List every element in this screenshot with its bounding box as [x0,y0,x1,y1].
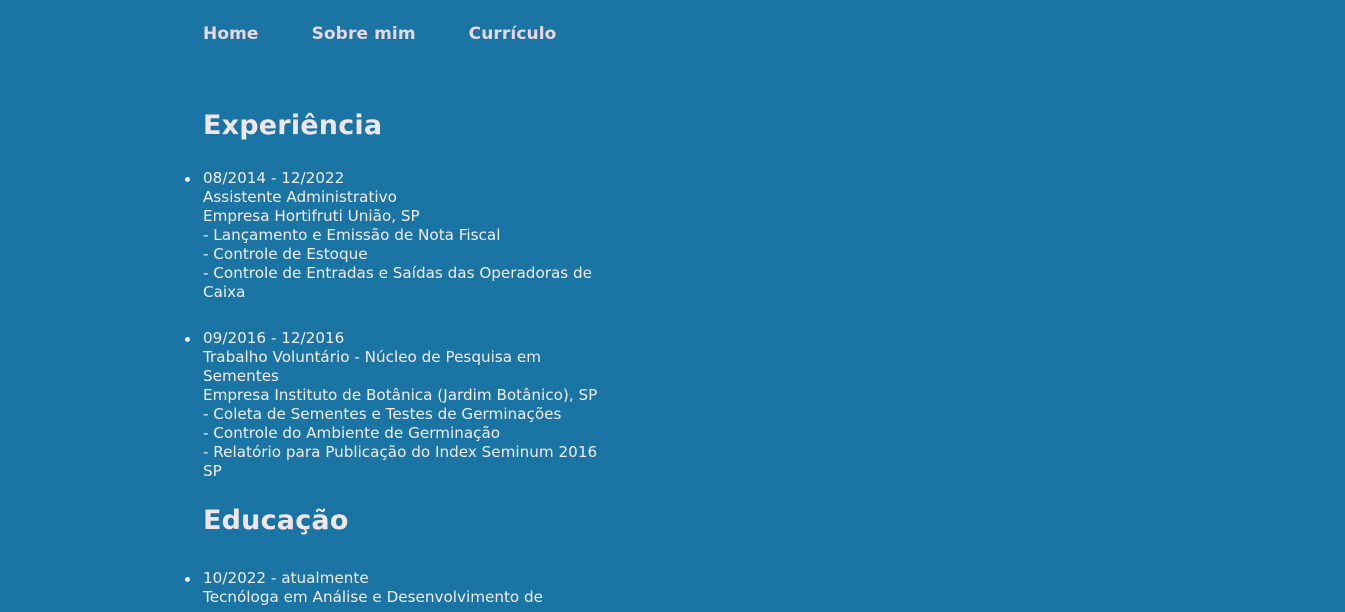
experience-section: Experiência 08/2014 - 12/2022 Assistente… [185,107,625,481]
education-heading: Educação [203,505,349,536]
bullet-icon [185,577,190,582]
education-course: Tecnóloga em Análise e Desenvolvimento d… [203,588,544,606]
experience-item: 09/2016 - 12/2016 Trabalho Voluntário - … [185,329,625,481]
experience-task: - Controle de Estoque [203,245,368,263]
education-list: 10/2022 - atualmente Tecnóloga em Anális… [185,569,625,607]
nav-resume-link[interactable]: Currículo [469,24,557,44]
experience-period: 08/2014 - 12/2022 [203,169,345,187]
experience-role: Trabalho Voluntário - Núcleo de Pesquisa… [203,348,542,385]
experience-item: 08/2014 - 12/2022 Assistente Administrat… [185,169,625,302]
bullet-icon [185,177,190,182]
nav-about-link[interactable]: Sobre mim [312,24,416,44]
experience-role: Assistente Administrativo [203,188,397,206]
nav-home-link[interactable]: Home [203,24,259,44]
resume-content: Experiência 08/2014 - 12/2022 Assistente… [185,107,625,607]
experience-company: Empresa Hortifruti União, SP [203,207,420,225]
experience-heading: Experiência [203,110,383,141]
education-period: 10/2022 - atualmente [203,569,369,587]
experience-task: - Controle do Ambiente de Germinação [203,424,501,442]
experience-period: 09/2016 - 12/2016 [203,329,345,347]
education-item: 10/2022 - atualmente Tecnóloga em Anális… [185,569,625,607]
experience-task: - Coleta de Sementes e Testes de Germina… [203,405,562,423]
experience-task: - Lançamento e Emissão de Nota Fiscal [203,226,501,244]
experience-task: - Relatório para Publicação do Index Sem… [203,443,598,480]
experience-list: 08/2014 - 12/2022 Assistente Administrat… [185,169,625,481]
education-section: Educação 10/2022 - atualmente Tecnóloga … [185,502,625,607]
bullet-icon [185,337,190,342]
top-navigation: Home Sobre mim Currículo [203,24,556,44]
experience-company: Empresa Instituto de Botânica (Jardim Bo… [203,386,598,404]
experience-task: - Controle de Entradas e Saídas das Oper… [203,264,593,301]
